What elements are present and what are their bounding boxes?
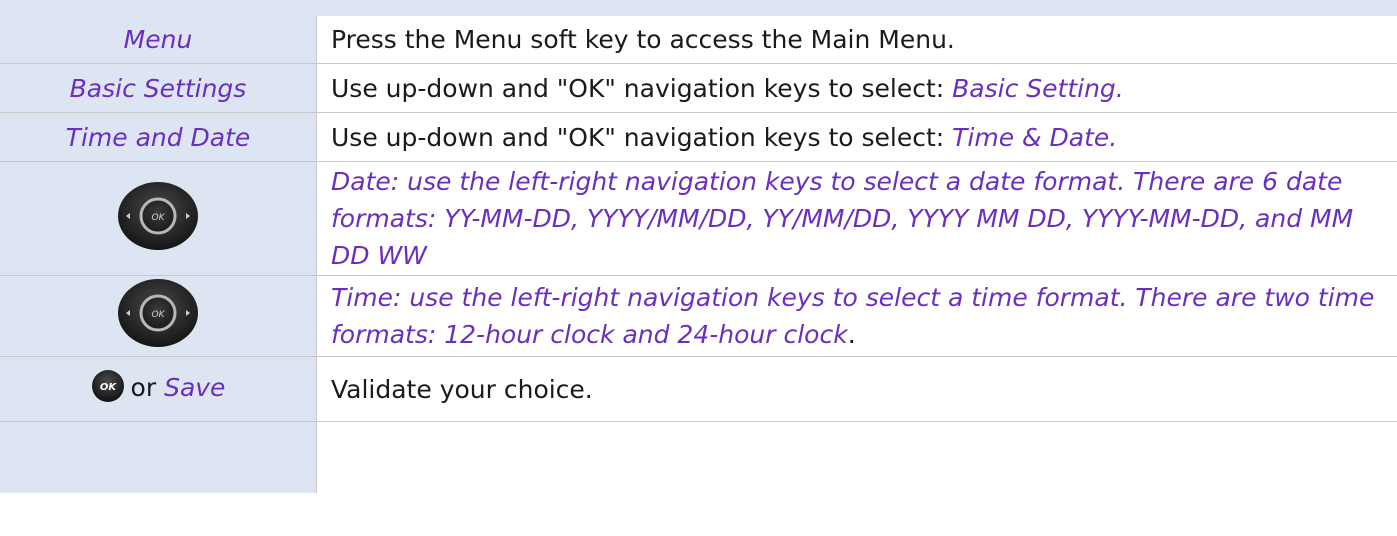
key-cell-nav-pad: OK xyxy=(0,161,317,276)
ok-key-label: OK xyxy=(99,382,117,393)
description-emphasis: Basic Setting. xyxy=(952,73,1124,103)
description-emphasis: Date: use the left-right navigation keys… xyxy=(331,167,1354,270)
or-label: or xyxy=(130,373,157,402)
ok-key-label: OK xyxy=(152,213,166,223)
description-cell: Use up-down and "OK" navigation keys to … xyxy=(316,63,1397,113)
description-emphasis: Time & Date. xyxy=(952,122,1118,152)
key-cell-time-and-date: Time and Date xyxy=(0,112,317,162)
table-row: Time and Date Use up-down and "OK" navig… xyxy=(0,112,1397,162)
table-row: Basic Settings Use up-down and "OK" navi… xyxy=(0,63,1397,113)
navigation-pad-icon: OK xyxy=(115,179,201,259)
table-row: Menu Press the Menu soft key to access t… xyxy=(0,16,1397,64)
table-row: OK Date: use the left-right navigation k… xyxy=(0,161,1397,276)
navigation-pad-icon: OK xyxy=(115,276,201,356)
ok-button-icon: OK xyxy=(91,369,125,409)
save-label: Save xyxy=(164,373,226,402)
description-text: Use up-down and "OK" navigation keys to … xyxy=(331,122,953,152)
description-text: Use up-down and "OK" navigation keys to … xyxy=(331,73,953,103)
description-cell-empty xyxy=(316,421,1397,493)
steps-table: Menu Press the Menu soft key to access t… xyxy=(0,16,1397,493)
key-cell-basic-settings: Basic Settings xyxy=(0,63,317,113)
key-cell-ok-or-save: OK or Save xyxy=(0,356,317,422)
key-cell-nav-pad: OK xyxy=(0,275,317,357)
table-row xyxy=(0,421,1397,493)
table-row: OK or Save Validate your choice. xyxy=(0,356,1397,422)
description-tail: . xyxy=(847,320,856,349)
key-cell-empty xyxy=(0,421,317,493)
description-cell: Press the Menu soft key to access the Ma… xyxy=(316,16,1397,64)
ok-key-label: OK xyxy=(152,310,166,320)
key-cell-menu: Menu xyxy=(0,16,317,64)
header-strip xyxy=(0,0,1397,16)
description-cell: Validate your choice. xyxy=(316,356,1397,422)
description-cell: Time: use the left-right navigation keys… xyxy=(316,275,1397,357)
description-cell: Date: use the left-right navigation keys… xyxy=(316,161,1397,276)
table-row: OK Time: use the left-right navigation k… xyxy=(0,275,1397,357)
description-cell: Use up-down and "OK" navigation keys to … xyxy=(316,112,1397,162)
